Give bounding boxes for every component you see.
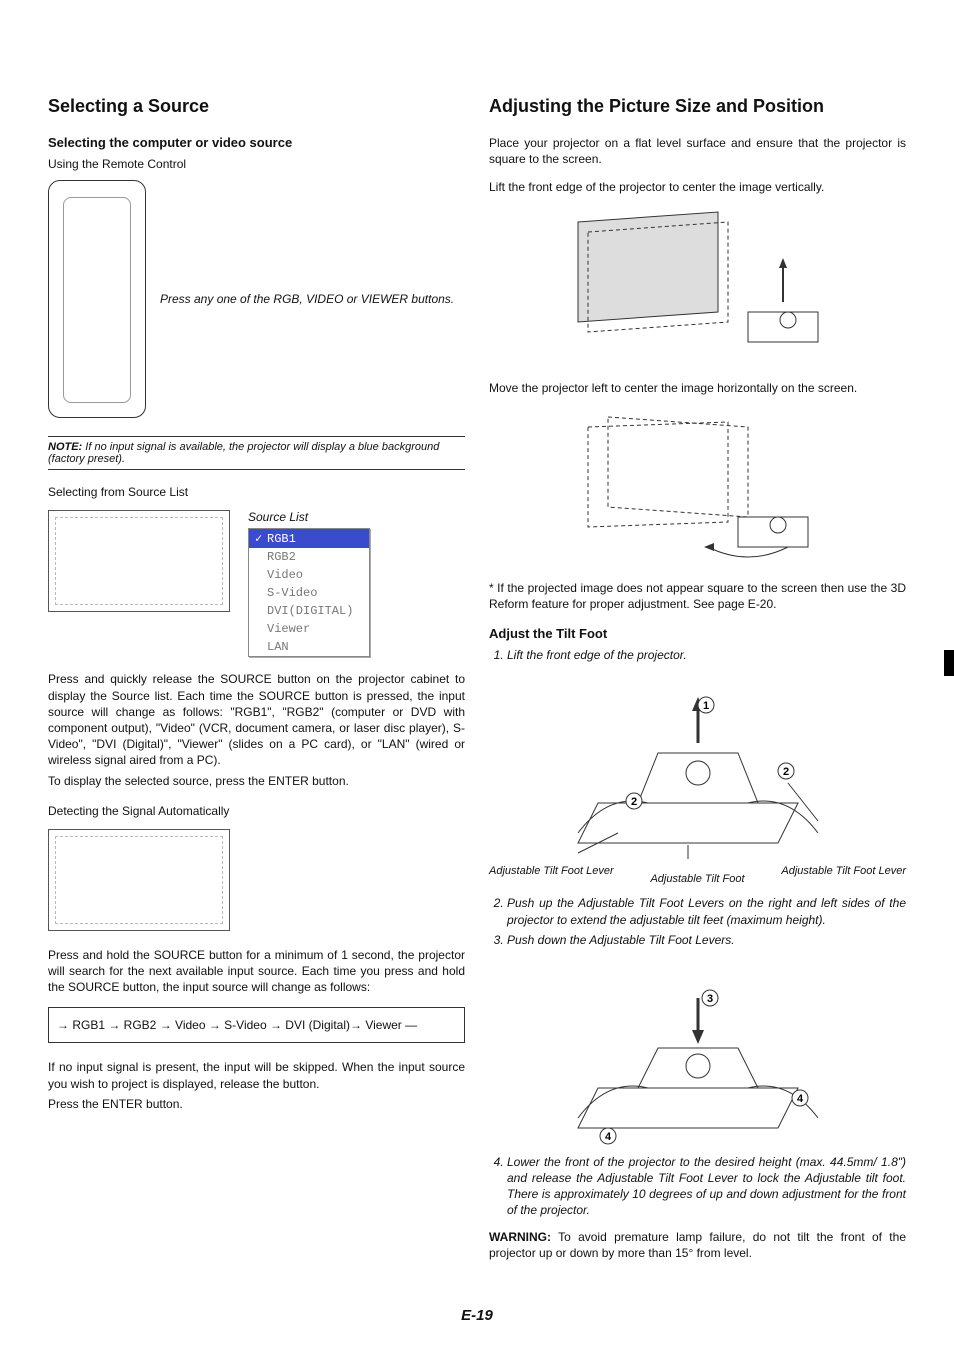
tilt-figure-up: 1 2 2: [538, 673, 858, 863]
step-4: Lower the front of the projector to the …: [507, 1154, 906, 1219]
source-list-item-label: S-Video: [267, 586, 317, 600]
projector-top-panel-illustration: [48, 510, 230, 612]
tilt-figure-down: 3 4 4: [538, 958, 858, 1148]
diagram-horizontal-center: [548, 402, 848, 562]
svg-text:2: 2: [631, 796, 637, 808]
remote-caption: Press any one of the RGB, VIDEO or VIEWE…: [160, 291, 465, 308]
warning-label: WARNING:: [489, 1230, 551, 1244]
check-icon: ✓: [255, 531, 267, 546]
remote-control-illustration: [48, 180, 146, 418]
source-list-menu: ✓RGB1 RGB2 Video S-Video DVI(DIGITAL) Viewer L…: [248, 528, 370, 657]
para-hold-source: Press and hold the SOURCE button for a m…: [48, 947, 465, 996]
subheading-selecting-computer: Selecting the computer or video source: [48, 135, 465, 150]
source-list-item: S-Video: [249, 584, 369, 602]
heading-adjusting: Adjusting the Picture Size and Position: [489, 96, 906, 117]
svg-text:3: 3: [707, 993, 713, 1005]
right-column: Adjusting the Picture Size and Position …: [489, 90, 906, 1308]
text-selecting-from-list: Selecting from Source List: [48, 484, 465, 500]
step-3: Push down the Adjustable Tilt Foot Lever…: [507, 932, 906, 948]
para-source-cycle: Press and quickly release the SOURCE but…: [48, 671, 465, 768]
projector-top-panel-illustration-2: [48, 829, 230, 931]
para-display-selected: To display the selected source, press th…: [48, 773, 465, 789]
heading-selecting-source: Selecting a Source: [48, 96, 465, 117]
step-2: Push up the Adjustable Tilt Foot Levers …: [507, 895, 906, 927]
source-list-title: Source List: [248, 510, 370, 524]
source-list-item-label: LAN: [267, 640, 289, 654]
note-bar: NOTE: If no input signal is available, t…: [48, 436, 465, 470]
source-list-item-label: RGB2: [267, 550, 296, 564]
para-move-left: Move the projector left to center the im…: [489, 380, 906, 396]
svg-text:4: 4: [605, 1131, 612, 1143]
diagram-vertical-center: [548, 202, 848, 362]
note-label: NOTE:: [48, 441, 82, 453]
left-column: Selecting a Source Selecting the compute…: [48, 90, 465, 1308]
source-list-item-label: RGB1: [267, 532, 296, 546]
step-1: Lift the front edge of the projector.: [507, 647, 906, 663]
source-list-item: LAN: [249, 638, 369, 656]
svg-text:1: 1: [703, 700, 709, 712]
para-lift: Lift the front edge of the projector to …: [489, 179, 906, 195]
detect-auto-heading: Detecting the Signal Automatically: [48, 803, 465, 819]
side-tab: [944, 650, 954, 676]
para-place: Place your projector on a flat level sur…: [489, 135, 906, 167]
source-list-item: ✓RGB1: [249, 529, 369, 548]
source-sequence-box: → RGB1 → RGB2 → Video → S-Video → DVI (D…: [48, 1007, 465, 1043]
source-list-item-label: Video: [267, 568, 303, 582]
para-press-enter: Press the ENTER button.: [48, 1096, 465, 1112]
page-number: E-19: [0, 1307, 954, 1324]
source-list-item-label: Viewer: [267, 622, 310, 636]
warning-text: To avoid premature lamp failure, do not …: [489, 1230, 906, 1260]
para-no-signal: If no input signal is present, the input…: [48, 1059, 465, 1091]
source-list-item: Viewer: [249, 620, 369, 638]
para-3dreform: * If the projected image does not appear…: [489, 580, 906, 612]
source-list-item: DVI(DIGITAL): [249, 602, 369, 620]
source-list-item-label: DVI(DIGITAL): [267, 604, 353, 618]
source-list-item: RGB2: [249, 548, 369, 566]
svg-text:4: 4: [797, 1093, 804, 1105]
label-tilt-foot: Adjustable Tilt Foot: [489, 873, 906, 885]
svg-text:2: 2: [783, 766, 789, 778]
text-using-remote: Using the Remote Control: [48, 156, 465, 172]
source-list-item: Video: [249, 566, 369, 584]
warning-paragraph: WARNING: To avoid premature lamp failure…: [489, 1229, 906, 1261]
adjust-tilt-heading: Adjust the Tilt Foot: [489, 626, 906, 641]
note-text: If no input signal is available, the pro…: [48, 441, 439, 465]
